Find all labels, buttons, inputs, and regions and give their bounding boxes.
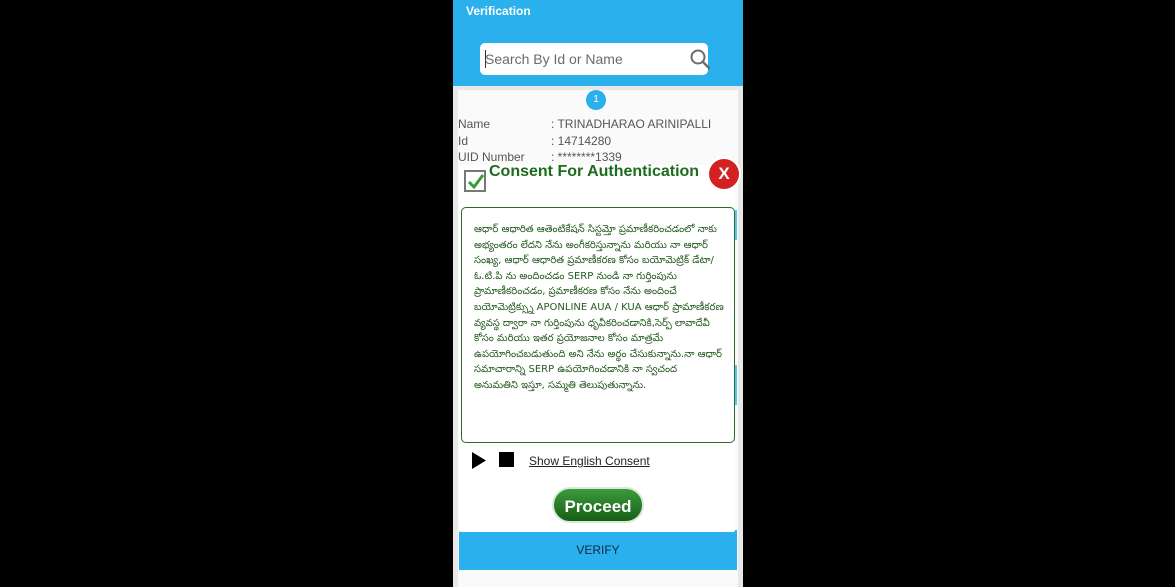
consent-checkbox[interactable] bbox=[464, 170, 486, 192]
show-english-consent-link[interactable]: Show English Consent bbox=[529, 454, 650, 468]
consent-text: ఆధార్ ఆధారిత ఆతెంటికేషన్ సిస్టమ్తో ప్రమా… bbox=[474, 224, 724, 391]
uid-value: : ********1339 bbox=[551, 150, 622, 164]
consent-dialog: Consent For Authentication X ఆధార్ ఆధారి… bbox=[459, 159, 739, 532]
name-label: Name bbox=[458, 117, 491, 131]
phone-screen: Verification 1 Name : TRINADHARAO ARINIP… bbox=[453, 0, 743, 587]
page-title: Verification bbox=[466, 4, 531, 18]
verify-button[interactable]: VERIFY bbox=[459, 530, 737, 570]
checkmark-icon bbox=[467, 174, 485, 190]
search-bar[interactable] bbox=[480, 43, 711, 75]
proceed-button[interactable]: Proceed bbox=[552, 487, 644, 523]
search-input[interactable] bbox=[485, 47, 663, 71]
id-label: Id bbox=[458, 134, 469, 148]
close-button[interactable]: X bbox=[709, 159, 739, 189]
stop-icon[interactable] bbox=[499, 452, 514, 467]
name-value: : TRINADHARAO ARINIPALLI bbox=[551, 117, 712, 131]
consent-text-box: ఆధార్ ఆధారిత ఆతెంటికేషన్ సిస్టమ్తో ప్రమా… bbox=[461, 207, 735, 443]
uid-label: UID Number bbox=[458, 150, 525, 164]
dialog-title: Consent For Authentication bbox=[489, 163, 700, 180]
search-icon[interactable] bbox=[689, 48, 711, 70]
verify-label: VERIFY bbox=[576, 543, 620, 557]
text-cursor bbox=[485, 50, 486, 68]
app-header: Verification bbox=[453, 0, 743, 86]
record-index-badge: 1 bbox=[586, 90, 606, 110]
play-icon[interactable] bbox=[471, 452, 487, 469]
id-value: : 14714280 bbox=[551, 134, 612, 148]
